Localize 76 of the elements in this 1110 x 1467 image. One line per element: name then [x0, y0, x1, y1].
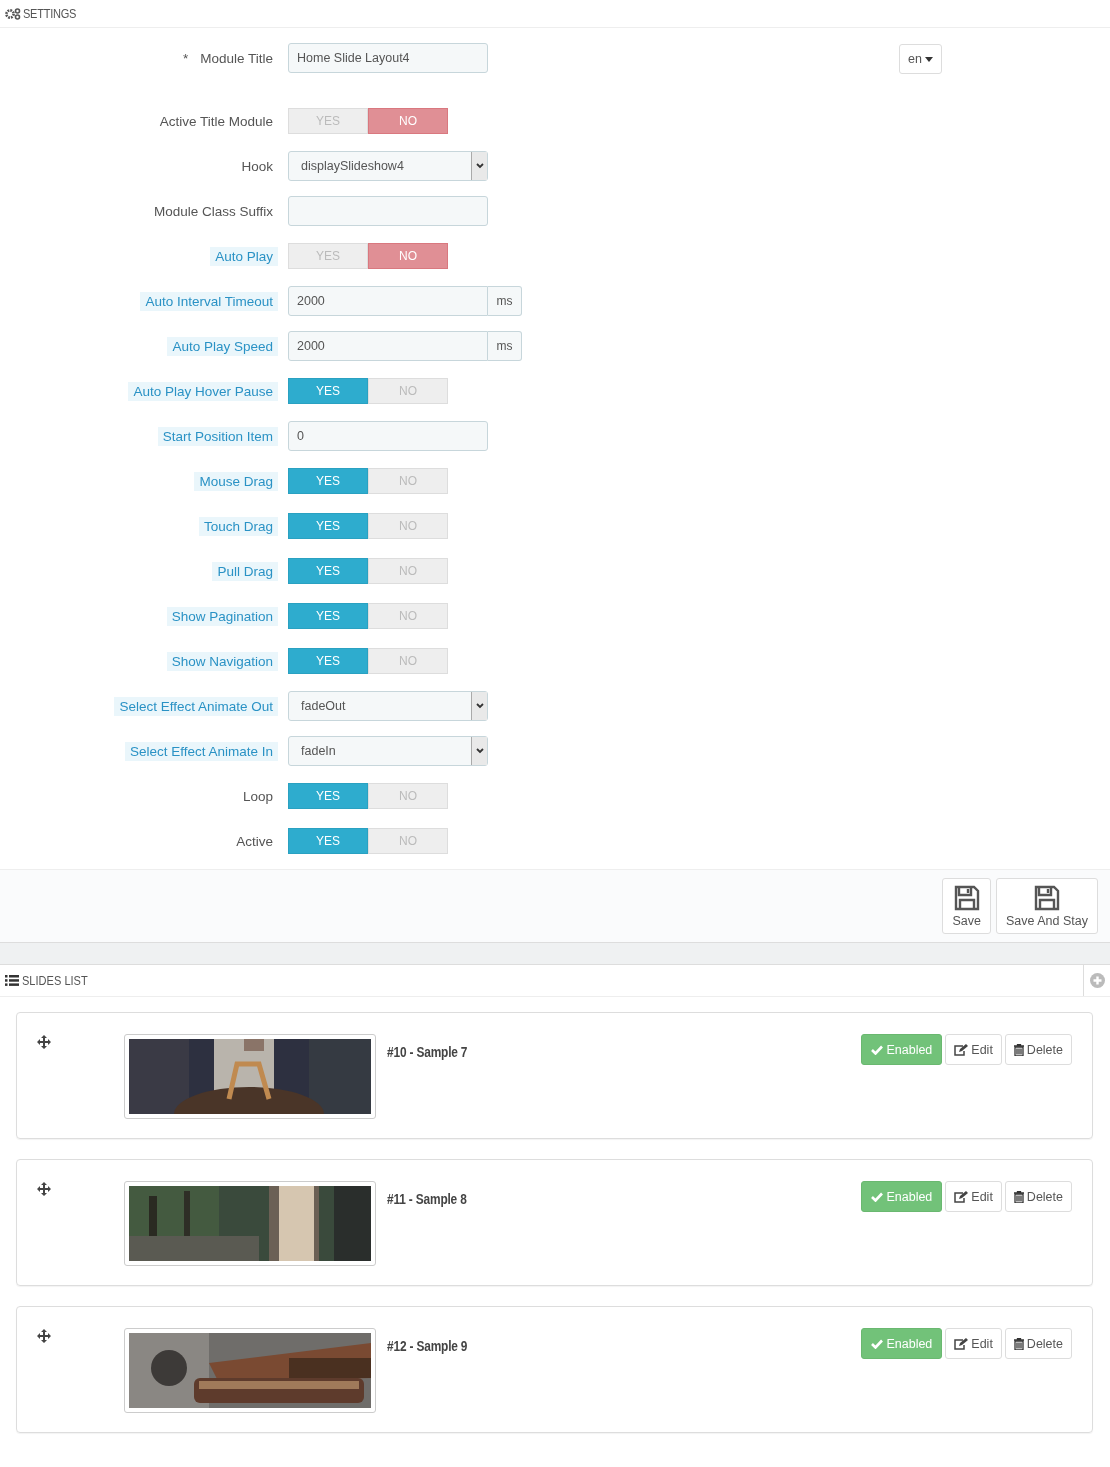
caret-icon — [475, 748, 484, 754]
unit-label: ms — [488, 286, 522, 316]
field-label: Loop — [241, 787, 274, 806]
edit-icon — [954, 1337, 969, 1350]
check-icon — [871, 1338, 884, 1349]
field-label-hint: Auto Play — [210, 246, 278, 266]
field-label-hint: Pull Drag — [212, 561, 278, 581]
yes-option[interactable]: YES — [288, 603, 368, 629]
edit-icon — [954, 1043, 969, 1056]
unit-label: ms — [488, 331, 522, 361]
field-label: Hook — [240, 157, 274, 176]
gears-icon — [5, 7, 21, 20]
select-field[interactable]: displaySlideshow4 — [288, 151, 488, 181]
field-label-hint: Auto Interval Timeout — [140, 291, 278, 311]
number-field[interactable]: 2000 — [288, 286, 488, 316]
yes-option[interactable]: YES — [288, 378, 368, 404]
move-icon[interactable] — [37, 1329, 51, 1343]
trash-icon — [1013, 1190, 1024, 1203]
field-label-hint: Select Effect Animate In — [124, 741, 278, 761]
yes-option[interactable]: YES — [288, 558, 368, 584]
list-icon — [5, 975, 19, 986]
yes-option[interactable]: YES — [288, 468, 368, 494]
yes-option[interactable]: YES — [288, 648, 368, 674]
slide-title: #10 - Sample 7 — [387, 1044, 469, 1060]
field-label-hint: Touch Drag — [198, 516, 278, 536]
required-mark: * — [181, 49, 190, 68]
language-dropdown[interactable]: en — [899, 44, 942, 74]
slide-title: #12 - Sample 9 — [387, 1338, 469, 1354]
trash-icon — [1013, 1043, 1024, 1056]
edit-button[interactable]: Edit — [945, 1328, 1002, 1359]
panel-title: SETTINGS — [23, 6, 77, 21]
field-label: Module Class Suffix — [152, 202, 274, 221]
delete-button[interactable]: Delete — [1004, 1034, 1072, 1065]
caret-icon — [924, 56, 933, 62]
delete-button[interactable]: Delete — [1004, 1181, 1072, 1212]
status-button[interactable]: Enabled — [861, 1328, 943, 1359]
select-field[interactable]: fadeOut — [288, 691, 488, 721]
status-button[interactable]: Enabled — [861, 1181, 943, 1212]
panel-title: SLIDES LIST — [22, 973, 89, 988]
check-icon — [871, 1044, 884, 1055]
delete-button[interactable]: Delete — [1004, 1328, 1072, 1359]
field-label-hint: Mouse Drag — [194, 471, 278, 491]
field-label-hint: Show Navigation — [166, 651, 278, 671]
field-label-hint: Select Effect Animate Out — [114, 696, 278, 716]
field-label-hint: Auto Play Speed — [167, 336, 278, 356]
field-label: Active Title Module — [158, 112, 274, 131]
slide-title: #11 - Sample 8 — [387, 1191, 468, 1207]
move-icon[interactable] — [37, 1182, 51, 1196]
no-option[interactable]: NO — [368, 243, 448, 269]
text-field[interactable]: Home Slide Layout4 — [288, 43, 488, 73]
save-button[interactable]: Save And Stay — [996, 878, 1098, 934]
field-label-hint: Auto Play Hover Pause — [128, 381, 278, 401]
save-icon — [953, 884, 980, 911]
caret-icon — [475, 163, 484, 169]
field-label-hint: Start Position Item — [157, 426, 278, 446]
check-icon — [871, 1191, 884, 1202]
yes-option[interactable]: YES — [288, 783, 368, 809]
select-field[interactable]: fadeIn — [288, 736, 488, 766]
status-button[interactable]: Enabled — [861, 1034, 943, 1065]
edit-button[interactable]: Edit — [945, 1181, 1002, 1212]
edit-icon — [954, 1190, 969, 1203]
text-field[interactable] — [288, 196, 488, 226]
save-button[interactable]: Save — [942, 878, 991, 934]
field-label: Module Title — [199, 49, 274, 68]
number-field[interactable]: 2000 — [288, 331, 488, 361]
text-field[interactable]: 0 — [288, 421, 488, 451]
trash-icon — [1013, 1337, 1024, 1350]
field-label: Active — [235, 832, 274, 851]
field-label-hint: Show Pagination — [166, 606, 278, 626]
yes-option[interactable]: YES — [288, 828, 368, 854]
no-option[interactable]: NO — [368, 108, 448, 134]
yes-option[interactable]: YES — [288, 513, 368, 539]
caret-icon — [475, 703, 484, 709]
move-icon[interactable] — [37, 1035, 51, 1049]
edit-button[interactable]: Edit — [945, 1034, 1002, 1065]
save-icon — [1034, 884, 1060, 911]
